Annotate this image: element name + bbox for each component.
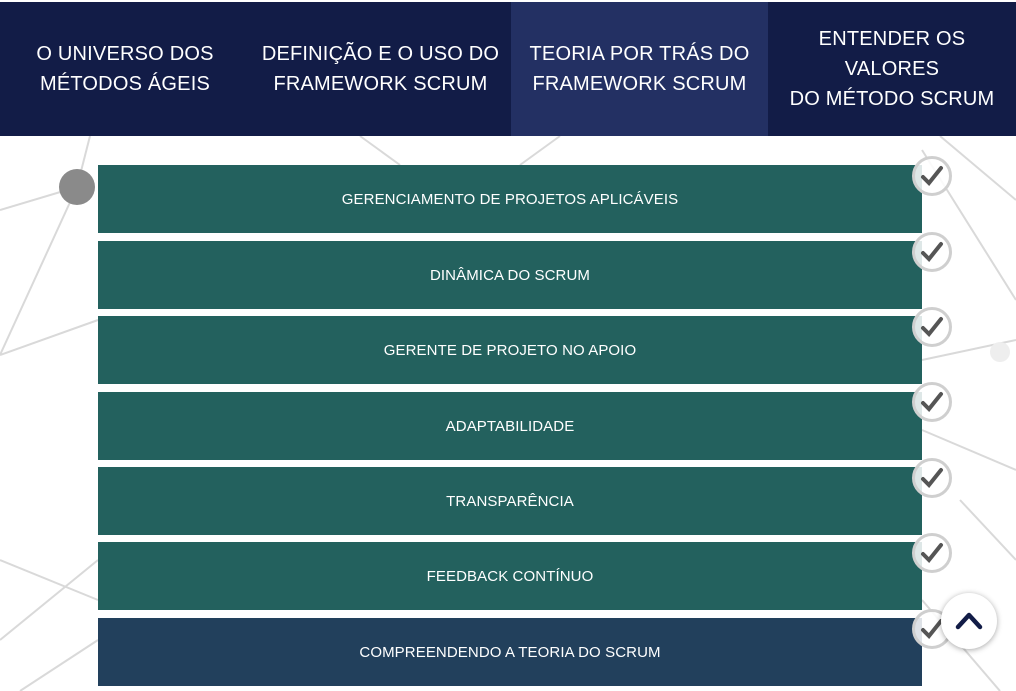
topic-label: COMPREENDENDO A TEORIA DO SCRUM: [359, 643, 661, 661]
topic-label: GERENTE DE PROJETO NO APOIO: [383, 341, 637, 359]
tab-label: TEORIA POR TRÁS DO FRAMEWORK SCRUM: [529, 43, 750, 95]
topic-adaptabilidade[interactable]: ADAPTABILIDADE: [98, 392, 922, 460]
checkmark-icon: [912, 232, 952, 272]
checkmark-icon: [912, 382, 952, 422]
tab-definicao-uso-scrum[interactable]: DEFINIÇÃO E O USO DO FRAMEWORK SCRUM: [250, 2, 511, 136]
checkmark-icon: [912, 533, 952, 573]
topic-dinamica-scrum[interactable]: DINÂMICA DO SCRUM: [98, 241, 922, 309]
tab-label: O UNIVERSO DOS MÉTODOS ÁGEIS: [36, 43, 214, 95]
tab-teoria-scrum[interactable]: TEORIA POR TRÁS DO FRAMEWORK SCRUM: [511, 2, 768, 136]
checkmark-icon: [912, 307, 952, 347]
topic-feedback-continuo[interactable]: FEEDBACK CONTÍNUO: [98, 542, 922, 610]
tab-label: ENTENDER OS VALORES DO MÉTODO SCRUM: [789, 28, 995, 110]
topic-label: DINÂMICA DO SCRUM: [429, 266, 591, 284]
topic-gerenciamento-projetos[interactable]: GERENCIAMENTO DE PROJETOS APLICÁVEIS: [98, 165, 922, 233]
topic-label: FEEDBACK CONTÍNUO: [426, 567, 594, 585]
scroll-to-top-button[interactable]: [941, 593, 997, 649]
topic-label: ADAPTABILIDADE: [445, 417, 575, 435]
topic-transparencia[interactable]: TRANSPARÊNCIA: [98, 467, 922, 535]
tab-label: DEFINIÇÃO E O USO DO FRAMEWORK SCRUM: [261, 43, 500, 95]
topic-label: TRANSPARÊNCIA: [446, 492, 574, 510]
topic-gerente-projeto[interactable]: GERENTE DE PROJETO NO APOIO: [98, 316, 922, 384]
tab-valores-scrum[interactable]: ENTENDER OS VALORES DO MÉTODO SCRUM: [768, 2, 1016, 136]
topic-compreendendo-teoria[interactable]: COMPREENDENDO A TEORIA DO SCRUM: [98, 618, 922, 686]
module-navigation: O UNIVERSO DOS MÉTODOS ÁGEIS DEFINIÇÃO E…: [0, 2, 1016, 136]
chevron-up-icon: [955, 612, 983, 630]
topic-label: GERENCIAMENTO DE PROJETOS APLICÁVEIS: [341, 190, 679, 208]
checkmark-icon: [912, 156, 952, 196]
checkmark-icon: [912, 458, 952, 498]
tab-universo-metodos-ageis[interactable]: O UNIVERSO DOS MÉTODOS ÁGEIS: [0, 2, 250, 136]
